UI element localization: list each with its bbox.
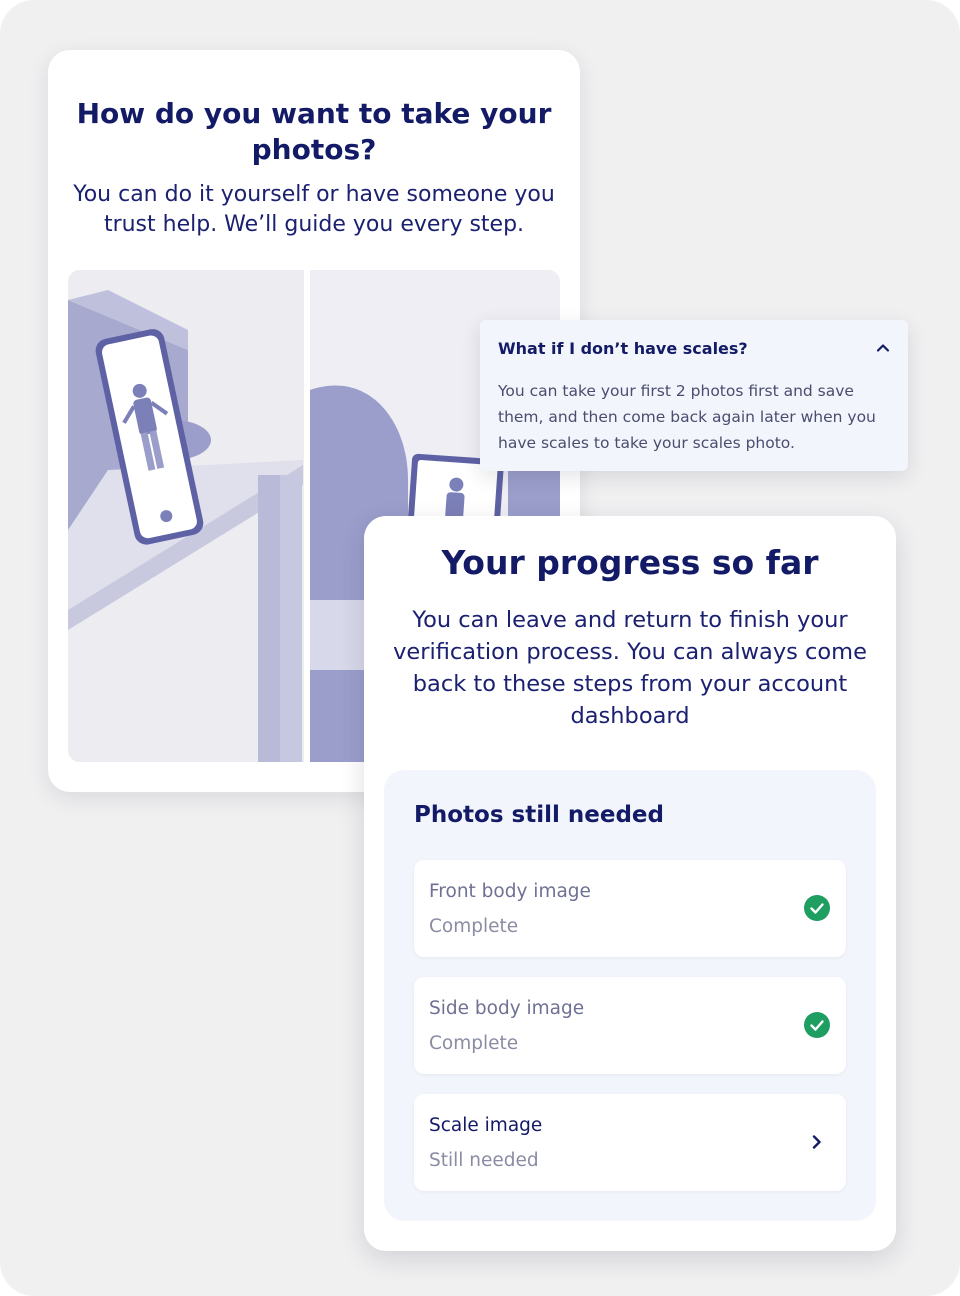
step-front-body-image[interactable]: Front body image Complete: [414, 860, 846, 957]
canvas: How do you want to take your photos? You…: [0, 0, 960, 1296]
step-title: Scale image: [429, 1115, 543, 1136]
photos-needed-heading: Photos still needed: [414, 802, 664, 828]
photos-needed-panel: Photos still needed Front body image Com…: [384, 770, 876, 1221]
step-scale-image[interactable]: Scale image Still needed: [414, 1094, 846, 1191]
faq-answer: You can take your first 2 photos first a…: [498, 382, 876, 452]
chevron-right-icon: [812, 1135, 821, 1149]
step-side-body-image[interactable]: Side body image Complete: [414, 977, 846, 1074]
faq-toggle[interactable]: What if I don’t have scales?: [498, 336, 890, 360]
step-title: Side body image: [429, 998, 585, 1019]
photo-method-title: How do you want to take your photos?: [76, 97, 552, 166]
progress-title: Your progress so far: [441, 543, 819, 582]
progress-card: Your progress so far You can leave and r…: [364, 516, 896, 1251]
faq-accordion: What if I don’t have scales? You can tak…: [480, 320, 908, 471]
step-title: Front body image: [429, 881, 591, 902]
check-circle-icon: [804, 895, 830, 921]
chevron-up-icon: [876, 344, 890, 352]
step-status: Complete: [429, 916, 519, 937]
progress-description: You can leave and return to finish your …: [393, 607, 867, 729]
check-circle-icon: [804, 1012, 830, 1038]
photo-method-subtitle: You can do it yourself or have someone y…: [73, 182, 555, 237]
step-status: Still needed: [429, 1150, 539, 1171]
faq-question: What if I don’t have scales?: [498, 338, 748, 358]
step-status: Complete: [429, 1033, 519, 1054]
